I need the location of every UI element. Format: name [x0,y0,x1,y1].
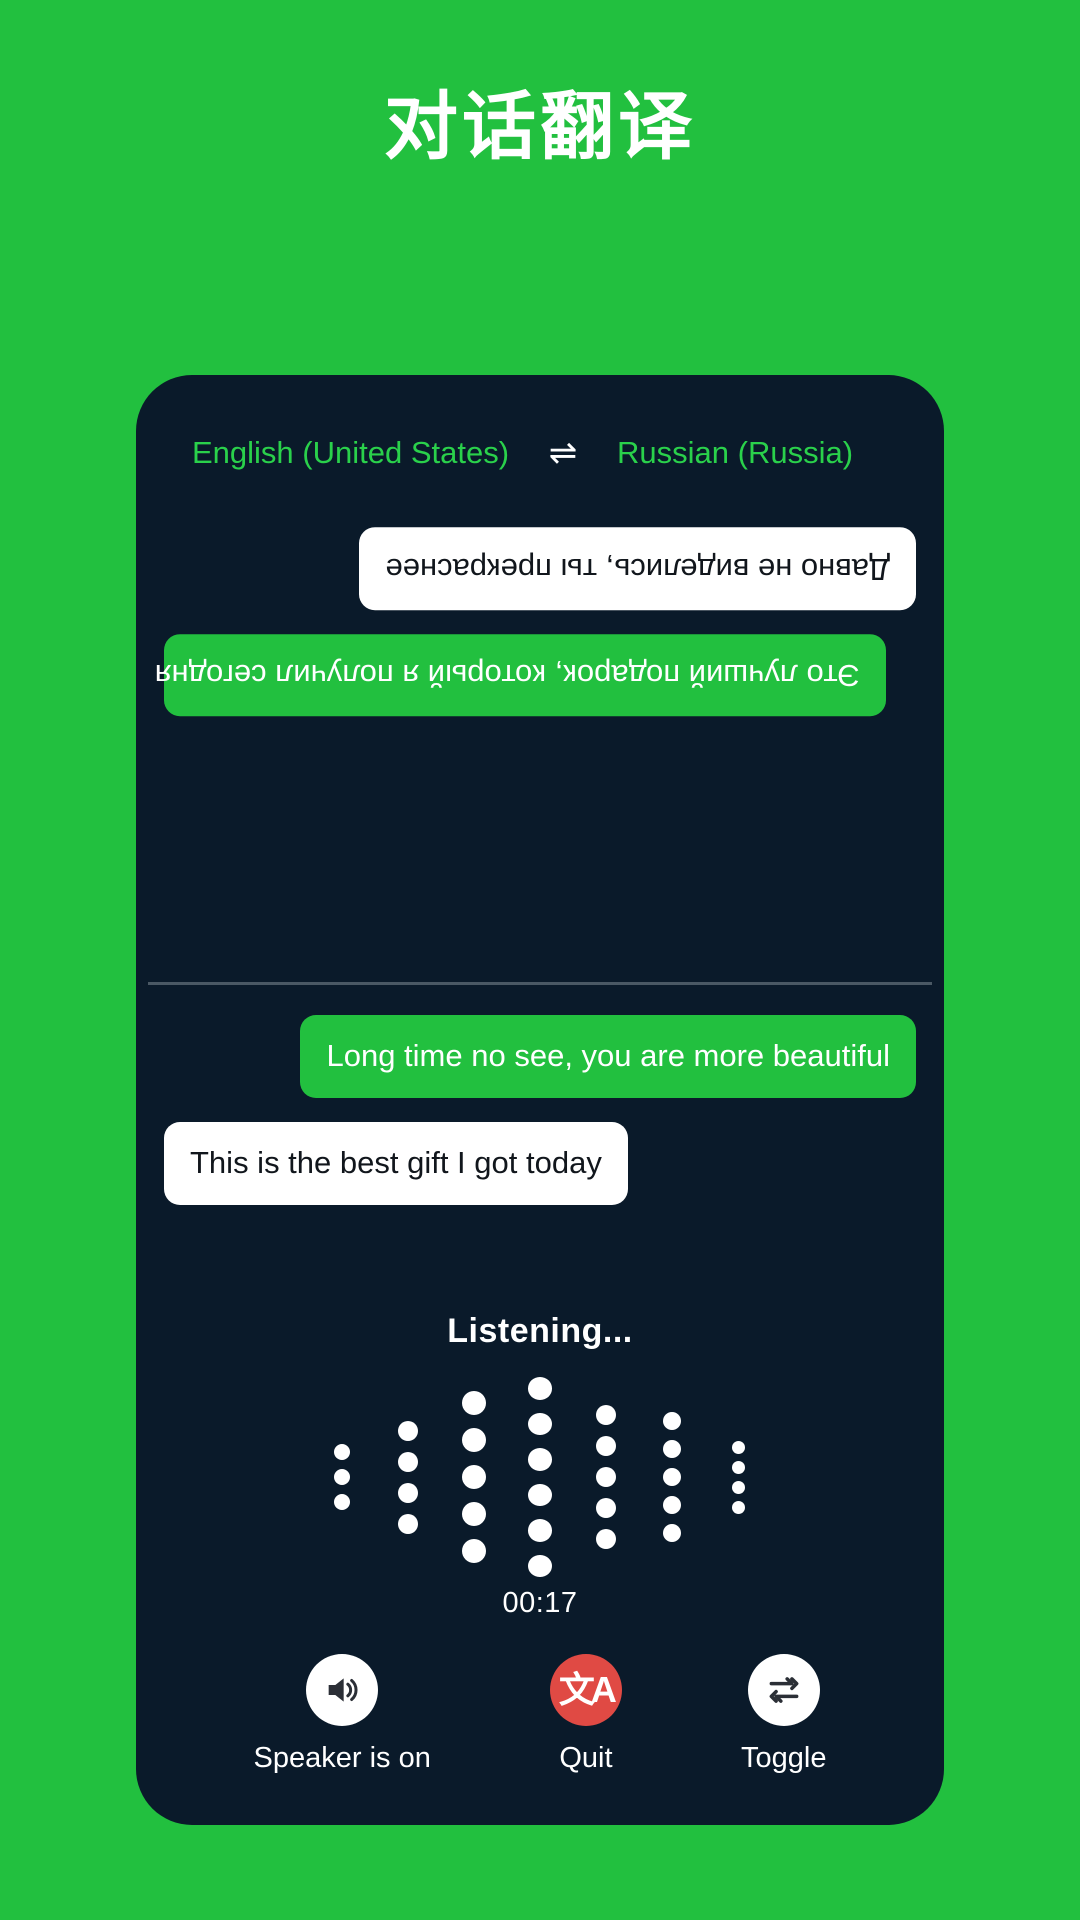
message-bubble-rotated-white[interactable]: Давно не виделись, ты прекраснее [359,527,916,611]
speaker-on-icon[interactable] [306,1654,379,1727]
waveform-column [441,1377,507,1577]
waveform-column [639,1377,705,1577]
waveform-dot [462,1539,486,1564]
waveform-column [507,1377,573,1578]
conversation-panel: Long time no see, you are more beautiful… [136,985,944,1272]
recording-timer: 00:17 [502,1587,578,1620]
quit-label: Quit [559,1742,613,1775]
message-bubble-white[interactable]: This is the best gift I got today [164,1122,628,1205]
message-row: Давно не виделись, ты прекраснее [164,527,916,611]
action-bar: Speaker is on 文A Quit Toggle [136,1620,944,1825]
toggle-label: Toggle [740,1742,827,1775]
speaker-toggle-button[interactable]: Speaker is on [254,1654,431,1775]
waveform-dot [731,1480,745,1494]
waveform-dot [462,1502,486,1527]
translate-icon[interactable]: 文A [549,1654,622,1727]
toggle-button[interactable]: Toggle [741,1654,826,1775]
message-bubble-rotated-green[interactable]: Это лучший подарок, который я получил се… [155,634,886,717]
waveform-dot [528,1554,552,1578]
waveform-dot [528,1519,552,1542]
waveform-dot [334,1444,350,1461]
waveform-dot [528,1448,552,1471]
waveform-dot [398,1482,418,1503]
message-bubble-green[interactable]: Long time no see, you are more beautiful [300,1015,916,1099]
waveform-dot [462,1391,486,1416]
phone-preview-card: English (United States) ⇌ Russian (Russi… [136,375,944,1825]
recorder-area: Listening... 00:17 [136,1272,944,1620]
waveform-dot [596,1436,616,1457]
waveform-dot [663,1440,681,1459]
waveform-dot [398,1513,418,1534]
message-row: Long time no see, you are more beautiful [164,1015,916,1099]
waveform-dot [731,1440,745,1454]
waveform-column [309,1377,375,1577]
waveform-dot [528,1412,552,1436]
waveform-dot [528,1377,552,1400]
waveform-dot [596,1529,616,1550]
waveform-dot [398,1451,418,1472]
waveform-dot [462,1465,486,1490]
quit-button[interactable]: 文A Quit [549,1654,622,1775]
listening-status-label: Listening... [447,1312,633,1351]
message-row: This is the best gift I got today [164,1122,916,1205]
waveform-dot [596,1467,616,1488]
conversation-panel-rotated: Это лучший подарок, который я получил се… [136,489,944,982]
waveform-dot [528,1483,552,1507]
target-language-selector[interactable]: Russian (Russia) [617,435,853,471]
waveform-dot [596,1405,616,1426]
waveform-dot [731,1500,745,1514]
page-title: 对话翻译 [384,85,696,168]
swap-repeat-icon[interactable] [747,1654,820,1727]
waveform-dot [462,1428,486,1453]
language-bar: English (United States) ⇌ Russian (Russi… [136,375,944,489]
waveform-column [573,1377,639,1577]
swap-horizontal-icon[interactable]: ⇌ [543,436,583,470]
waveform-dot [663,1524,681,1543]
source-language-selector[interactable]: English (United States) [192,435,509,471]
waveform-dot [663,1412,681,1431]
waveform-dot [596,1498,616,1519]
message-row: Это лучший подарок, который я получил се… [155,634,916,717]
waveform-dot [663,1468,681,1487]
audio-waveform [136,1377,944,1578]
translate-glyph: 文A [558,1669,617,1711]
waveform-column [705,1377,771,1577]
waveform-dot [398,1420,418,1441]
speaker-toggle-label: Speaker is on [253,1742,431,1775]
waveform-dot [663,1496,681,1515]
waveform-dot [334,1494,350,1511]
waveform-dot [334,1469,350,1486]
waveform-dot [731,1460,745,1474]
waveform-column [375,1377,441,1577]
